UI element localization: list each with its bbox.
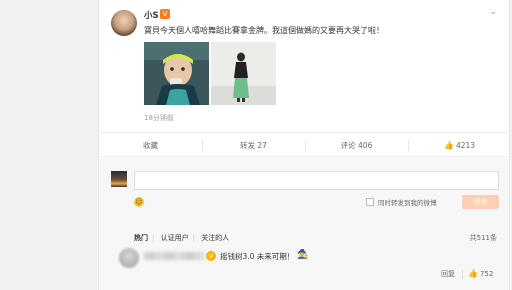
current-user-avatar bbox=[111, 171, 127, 187]
commenter-name[interactable] bbox=[144, 252, 204, 260]
repost-button[interactable]: 转发 27 bbox=[202, 133, 305, 158]
comment-total: 共511条 bbox=[469, 234, 497, 242]
vip-badge-icon: V bbox=[206, 251, 216, 261]
post: 小S V ⌄ 寶貝今天個人嘻哈舞蹈比賽拿金牌。我這個做媽的又要再大哭了啦！ 18… bbox=[99, 0, 509, 132]
also-repost-label: 同时转发到我的微博 bbox=[378, 199, 437, 207]
favorite-button[interactable]: 收藏 bbox=[99, 133, 202, 158]
author-avatar[interactable] bbox=[111, 10, 137, 36]
weibo-card: 小S V ⌄ 寶貝今天個人嘻哈舞蹈比賽拿金牌。我這個做媽的又要再大哭了啦！ 18… bbox=[98, 0, 510, 290]
emoji-icon[interactable]: ☺ bbox=[134, 197, 144, 207]
author-name[interactable]: 小S bbox=[144, 9, 159, 21]
action-bar: 收藏 转发 27 评论 406 👍 4213 bbox=[99, 132, 509, 157]
chevron-down-icon[interactable]: ⌄ bbox=[489, 7, 497, 17]
commenter-avatar[interactable] bbox=[119, 248, 139, 268]
thumbs-up-icon: 👍 bbox=[468, 269, 478, 278]
comment-like-button[interactable]: 👍 752 bbox=[468, 269, 493, 278]
vip-badge-icon: V bbox=[160, 9, 170, 19]
comment-button[interactable]: 评论 406 bbox=[305, 133, 408, 158]
comment-filters: 热门 | 认证用户 | 关注的人 bbox=[134, 233, 233, 243]
divider bbox=[462, 270, 463, 279]
reply-button[interactable]: 回复 bbox=[441, 269, 455, 279]
post-image-1[interactable] bbox=[144, 42, 209, 105]
also-repost-checkbox[interactable] bbox=[366, 198, 374, 206]
comment-text: 摇钱树3.0 未来可期！ bbox=[220, 252, 295, 261]
post-image-2[interactable] bbox=[211, 42, 276, 105]
comment-section: ☺ 同时转发到我的微博 评论 热门 | 认证用户 | 关注的人 共511条 V 摇钱… bbox=[99, 158, 509, 290]
divider: | bbox=[152, 234, 155, 242]
comment-item: V 摇钱树3.0 未来可期！ 🧙 回复 👍 752 bbox=[99, 248, 509, 290]
like-button[interactable]: 👍 4213 bbox=[408, 133, 511, 158]
filter-verified[interactable]: 认证用户 bbox=[161, 234, 189, 242]
filter-hot[interactable]: 热门 bbox=[134, 234, 148, 242]
comment-input[interactable] bbox=[134, 171, 499, 190]
post-time[interactable]: 18分钟前 bbox=[144, 113, 174, 123]
sticker-icon: 🧙 bbox=[297, 250, 309, 260]
like-count: 4213 bbox=[455, 141, 476, 150]
thumbs-up-icon: 👍 bbox=[443, 141, 454, 150]
comment-like-count: 752 bbox=[479, 270, 494, 278]
submit-comment-button[interactable]: 评论 bbox=[462, 195, 499, 209]
post-text: 寶貝今天個人嘻哈舞蹈比賽拿金牌。我這個做媽的又要再大哭了啦！ bbox=[144, 26, 384, 35]
filter-following[interactable]: 关注的人 bbox=[201, 234, 229, 242]
divider: | bbox=[192, 234, 195, 242]
